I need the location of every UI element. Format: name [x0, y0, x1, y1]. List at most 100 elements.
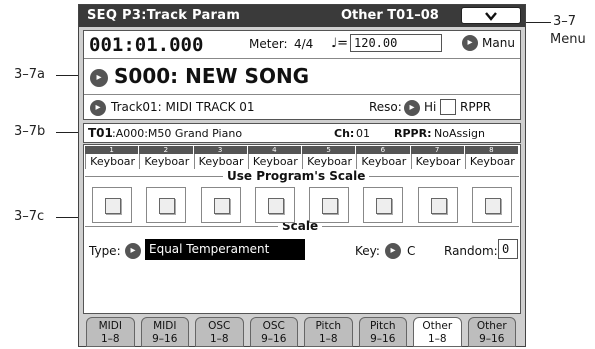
use-program-scale-cell	[200, 187, 241, 223]
annotation-3-7a: 3–7a	[14, 67, 46, 82]
tempo-mode-popup-icon[interactable]: ▸	[462, 35, 478, 51]
random-label: Random:	[444, 244, 498, 258]
use-program-scale-cell	[254, 187, 295, 223]
track-info-panel: T01 :A000:M50 Grand Piano Ch: 01 RPPR: N…	[83, 123, 521, 143]
use-program-scale-cell	[309, 187, 349, 223]
track-column-label[interactable]: Keyboar	[247, 154, 302, 169]
reso-value[interactable]: Hi	[424, 100, 436, 114]
track-program: :A000:M50 Grand Piano	[112, 127, 243, 140]
annotation-3-7c: 3–7c	[14, 209, 45, 224]
use-program-scale-cell	[363, 187, 404, 223]
tab-label-line2: 1–8	[318, 333, 338, 345]
track-column-label[interactable]: Keyboar	[464, 154, 519, 169]
track-column-label[interactable]: Keyboar	[193, 154, 248, 169]
tab-label-line2: 9–16	[479, 333, 505, 345]
use-program-scale-checkbox[interactable]	[267, 198, 284, 214]
page-subtitle: Other T01–08	[341, 8, 439, 23]
use-program-scale-checkbox[interactable]	[322, 198, 338, 214]
rppr-checkbox[interactable]	[440, 99, 456, 115]
track-column-label[interactable]: Keyboar	[302, 154, 356, 169]
tab-label-line2: 9–16	[152, 333, 178, 345]
track-column-label[interactable]: Keyboar	[356, 154, 410, 169]
annotation-3-7b-leader	[56, 132, 80, 133]
meter-label: Meter:	[249, 37, 288, 51]
page-menu-button[interactable]	[461, 7, 521, 24]
use-program-scale-cell	[471, 187, 512, 223]
track-column-number: 6	[356, 146, 410, 154]
track-column-label[interactable]: Keyboar	[410, 154, 465, 169]
track-column-label[interactable]: Keyboar	[139, 154, 193, 169]
song-divider	[84, 58, 520, 59]
tab-label-line1: Other	[476, 320, 507, 332]
annotation-3-7c-leader	[56, 217, 80, 218]
rppr-assign-value: NoAssign	[434, 127, 485, 140]
tab-midi-1-8[interactable]: MIDI 1–8	[86, 317, 135, 347]
reso-label: Reso:	[369, 100, 402, 114]
tab-label-line1: MIDI	[153, 320, 177, 332]
track-column-number: 7	[410, 146, 464, 154]
song-name[interactable]: S000: NEW SONG	[114, 64, 309, 88]
track-column-number: 4	[247, 146, 301, 154]
tab-midi-9-16[interactable]: MIDI 9–16	[140, 317, 189, 347]
scale-key-label: Key:	[355, 244, 380, 258]
use-program-scale-cell	[92, 187, 132, 223]
use-program-scale-cell	[417, 187, 458, 223]
tab-label-line2: 1–8	[427, 333, 447, 345]
track-number: T01	[88, 126, 113, 140]
use-program-scale-checkbox[interactable]	[159, 198, 176, 214]
tab-pitch-1-8[interactable]: Pitch 1–8	[304, 317, 353, 347]
annotation-menu-label: Menu	[550, 32, 586, 47]
tempo-value: 120.00	[354, 36, 398, 50]
use-program-scale-checkbox[interactable]	[430, 198, 447, 214]
channel-label: Ch:	[334, 127, 355, 140]
track-select-popup-icon[interactable]: ▸	[90, 100, 106, 116]
use-program-scale-checkbox[interactable]	[484, 198, 501, 214]
tab-label-line2: 9–16	[261, 333, 287, 345]
song-panel: 001:01.000 Meter: 4/4 ♩= 120.00 ▸ Manu ▸…	[83, 30, 521, 120]
reso-popup-icon[interactable]: ▸	[404, 100, 420, 116]
scale-key-value[interactable]: C	[407, 244, 415, 258]
tab-label-line1: OSC	[208, 320, 231, 332]
scale-type-label: Type:	[89, 244, 121, 258]
meter-value[interactable]: 4/4	[294, 37, 313, 51]
tab-label-line2: 1–8	[100, 333, 120, 345]
song-divider-2	[84, 94, 520, 95]
tab-label-line1: Pitch	[315, 320, 342, 332]
random-field[interactable]: 0	[498, 239, 518, 259]
track-column-number: 5	[302, 146, 356, 154]
tab-osc-9-16[interactable]: OSC 9–16	[249, 317, 298, 347]
track-column-number: 2	[139, 146, 193, 154]
tab-label-line1: OSC	[262, 320, 285, 332]
tempo-symbol: ♩=	[331, 36, 349, 51]
tab-osc-1-8[interactable]: OSC 1–8	[195, 317, 244, 347]
chevron-down-icon	[485, 8, 497, 22]
use-program-scale-cell	[146, 187, 187, 223]
random-value: 0	[502, 242, 510, 256]
tab-pitch-9-16[interactable]: Pitch 9–16	[358, 317, 407, 347]
tempo-field[interactable]: 120.00	[350, 34, 442, 52]
location-display[interactable]: 001:01.000	[89, 34, 203, 56]
track-select-value[interactable]: Track01: MIDI TRACK 01	[111, 100, 255, 114]
use-program-scale-checkbox[interactable]	[105, 198, 121, 214]
scale-type-popup-icon[interactable]: ▸	[125, 243, 141, 259]
scale-type-field[interactable]: Equal Temperament	[145, 239, 305, 260]
page-title: SEQ P3:Track Param	[87, 8, 241, 23]
tab-other-1-8[interactable]: Other 1–8	[413, 317, 462, 347]
rppr-assign-label: RPPR:	[394, 127, 432, 140]
tab-label-line1: Pitch	[369, 320, 396, 332]
tempo-mode-value[interactable]: Manu	[482, 36, 515, 50]
scale-key-popup-icon[interactable]: ▸	[385, 243, 401, 259]
channel-value: 01	[356, 127, 370, 140]
song-select-popup-icon[interactable]: ▸	[90, 69, 108, 87]
use-program-scale-checkbox[interactable]	[213, 198, 230, 214]
track-column-label[interactable]: Keyboar	[85, 154, 139, 169]
annotation-3-7a-leader	[56, 75, 80, 76]
track-column-number: 8	[464, 146, 518, 154]
tab-other-9-16[interactable]: Other 9–16	[467, 317, 516, 347]
track-column-number: 1	[85, 146, 139, 154]
lcd-screen: SEQ P3:Track Param Other T01–08 001:01.0…	[78, 4, 526, 347]
use-program-scale-checkbox[interactable]	[376, 198, 393, 214]
annotation-3-7b: 3–7b	[14, 124, 46, 139]
scale-type-value: Equal Temperament	[149, 242, 270, 256]
use-program-scale-title: Use Program's Scale	[223, 169, 370, 183]
